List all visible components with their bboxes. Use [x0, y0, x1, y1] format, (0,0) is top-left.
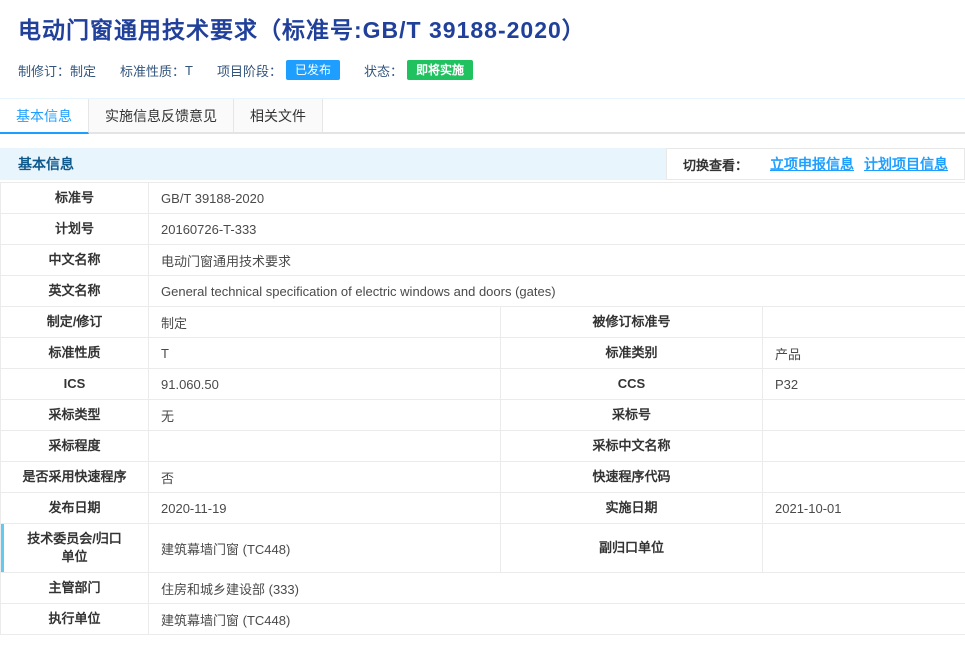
- row-value: [763, 431, 965, 462]
- tab-related-files[interactable]: 相关文件: [234, 99, 323, 132]
- row-label: 执行单位: [1, 604, 149, 635]
- row-value: 住房和城乡建设部 (333): [149, 573, 965, 604]
- row-value: [763, 462, 965, 493]
- tab-basic-info[interactable]: 基本信息: [0, 99, 89, 134]
- table-row: 发布日期2020-11-19实施日期2021-10-01: [1, 493, 965, 524]
- link-plan-project-info[interactable]: 计划项目信息: [864, 154, 948, 174]
- table-row: 中文名称电动门窗通用技术要求: [1, 245, 965, 276]
- row-label: ICS: [1, 369, 149, 400]
- meta-standard-nature-label: 标准性质：: [120, 61, 185, 80]
- row-value: 91.060.50: [149, 369, 501, 400]
- table-row: 标准性质T标准类别产品: [1, 338, 965, 369]
- table-row: 是否采用快速程序否快速程序代码: [1, 462, 965, 493]
- meta-standard-nature: 标准性质：T: [120, 61, 193, 80]
- row-label: 采标类型: [1, 400, 149, 431]
- row-value: 建筑幕墙门窗 (TC448): [149, 604, 965, 635]
- meta-status: 状态：即将实施: [364, 60, 473, 80]
- row-label: 标准号: [1, 183, 149, 214]
- row-value: P32: [763, 369, 965, 400]
- row-label: 标准类别: [501, 338, 763, 369]
- link-project-application-info[interactable]: 立项申报信息: [770, 154, 854, 174]
- table-row: 标准号GB/T 39188-2020: [1, 183, 965, 214]
- page-title: 电动门窗通用技术要求（标准号:GB/T 39188-2020）: [0, 0, 965, 46]
- meta-row: 制修订：制定 标准性质：T 项目阶段：已发布 状态：即将实施: [18, 58, 947, 82]
- table-row: 主管部门住房和城乡建设部 (333): [1, 573, 965, 604]
- tab-implementation-feedback[interactable]: 实施信息反馈意见: [89, 99, 234, 132]
- row-value: [149, 431, 501, 462]
- switch-view-label: 切换查看：: [683, 155, 748, 174]
- table-row: ICS91.060.50CCSP32: [1, 369, 965, 400]
- row-value: 无: [149, 400, 501, 431]
- row-label: 是否采用快速程序: [1, 462, 149, 493]
- row-label: 实施日期: [501, 493, 763, 524]
- row-label: 发布日期: [1, 493, 149, 524]
- switch-view-box: 切换查看： 立项申报信息计划项目信息: [666, 148, 965, 180]
- row-label: 英文名称: [1, 276, 149, 307]
- row-label: 主管部门: [1, 573, 149, 604]
- row-value: 制定: [149, 307, 501, 338]
- row-label: 采标中文名称: [501, 431, 763, 462]
- row-label: 标准性质: [1, 338, 149, 369]
- table-row: 执行单位建筑幕墙门窗 (TC448): [1, 604, 965, 635]
- meta-project-stage: 项目阶段：已发布: [217, 60, 340, 80]
- row-value: 20160726-T-333: [149, 214, 965, 245]
- meta-project-stage-badge: 已发布: [286, 60, 340, 80]
- row-value: 2021-10-01: [763, 493, 965, 524]
- row-value: T: [149, 338, 501, 369]
- row-value: [763, 400, 965, 431]
- row-label: CCS: [501, 369, 763, 400]
- table-row: 采标程度 采标中文名称: [1, 431, 965, 462]
- row-label: 制定/修订: [1, 307, 149, 338]
- row-label: 采标程度: [1, 431, 149, 462]
- table-row: 英文名称General technical specification of e…: [1, 276, 965, 307]
- basic-info-table: 标准号GB/T 39188-2020计划号20160726-T-333中文名称电…: [0, 182, 965, 635]
- row-value: 否: [149, 462, 501, 493]
- meta-revision-type-label: 制修订：: [18, 61, 70, 80]
- row-label: 计划号: [1, 214, 149, 245]
- row-value: [763, 524, 965, 573]
- table-row: 技术委员会/归口单位建筑幕墙门窗 (TC448)副归口单位: [1, 524, 965, 573]
- meta-revision-type-value: 制定: [70, 61, 96, 80]
- row-value: GB/T 39188-2020: [149, 183, 965, 214]
- section-header-bar: 基本信息 切换查看： 立项申报信息计划项目信息: [0, 148, 965, 180]
- table-row: 计划号20160726-T-333: [1, 214, 965, 245]
- meta-status-label: 状态：: [364, 61, 403, 80]
- section-title: 基本信息: [18, 154, 74, 174]
- row-value: 产品: [763, 338, 965, 369]
- row-label: 技术委员会/归口单位: [1, 524, 149, 573]
- row-value: 建筑幕墙门窗 (TC448): [149, 524, 501, 573]
- meta-revision-type: 制修订：制定: [18, 61, 96, 80]
- switch-links: 立项申报信息计划项目信息: [770, 154, 948, 174]
- row-label: 副归口单位: [501, 524, 763, 573]
- tab-bar: 基本信息实施信息反馈意见相关文件: [0, 98, 965, 134]
- row-value: 2020-11-19: [149, 493, 501, 524]
- row-value: [763, 307, 965, 338]
- row-value: General technical specification of elect…: [149, 276, 965, 307]
- info-table-body: 标准号GB/T 39188-2020计划号20160726-T-333中文名称电…: [1, 183, 965, 635]
- meta-standard-nature-value: T: [185, 63, 193, 78]
- row-value: 电动门窗通用技术要求: [149, 245, 965, 276]
- standard-detail-page: 电动门窗通用技术要求（标准号:GB/T 39188-2020） 制修订：制定标准…: [0, 0, 965, 649]
- row-label: 中文名称: [1, 245, 149, 276]
- meta-project-stage-label: 项目阶段：: [217, 61, 282, 80]
- row-label: 被修订标准号: [501, 307, 763, 338]
- table-row: 采标类型无采标号: [1, 400, 965, 431]
- row-label: 采标号: [501, 400, 763, 431]
- meta-status-badge: 即将实施: [407, 60, 473, 80]
- table-row: 制定/修订制定被修订标准号: [1, 307, 965, 338]
- row-label: 快速程序代码: [501, 462, 763, 493]
